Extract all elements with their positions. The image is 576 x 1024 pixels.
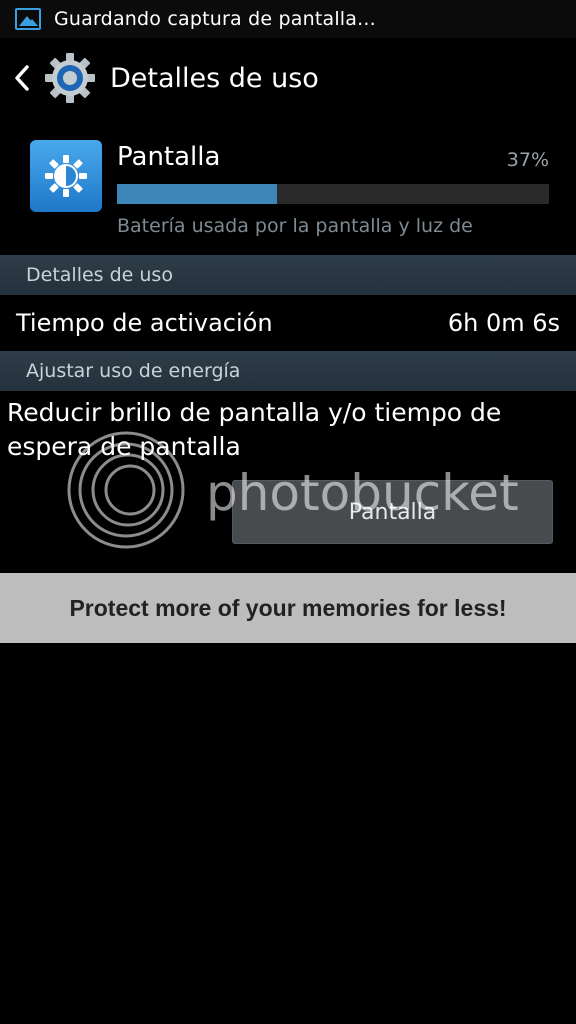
- active-time-label: Tiempo de activación: [16, 309, 273, 337]
- status-notification-text: Guardando captura de pantalla...: [54, 8, 376, 30]
- power-advice-text: Reducir brillo de pantalla y/o tiempo de…: [7, 398, 502, 461]
- page-title: Detalles de uso: [110, 62, 319, 94]
- display-settings-button[interactable]: Pantalla: [232, 480, 553, 544]
- ad-banner[interactable]: Protect more of your memories for less!: [0, 573, 576, 643]
- usage-item-pantalla[interactable]: Pantalla 37% Batería usada por la pantal…: [0, 124, 576, 254]
- active-time-value: 6h 0m 6s: [447, 309, 560, 337]
- usage-item-name: Pantalla: [117, 142, 221, 172]
- screenshot-icon: [15, 8, 41, 30]
- usage-percent: 37%: [506, 149, 549, 171]
- settings-gear-icon[interactable]: [44, 52, 96, 104]
- section-header-usage-details: Detalles de uso: [0, 255, 576, 295]
- active-time-row: Tiempo de activación 6h 0m 6s: [0, 296, 576, 350]
- usage-progress-fill: [117, 184, 277, 204]
- back-arrow-icon[interactable]: [12, 63, 32, 93]
- action-bar: Detalles de uso: [0, 38, 576, 118]
- display-brightness-icon: [30, 140, 102, 212]
- usage-progress-bar: [117, 184, 549, 204]
- usage-description: Batería usada por la pantalla y luz de: [117, 215, 473, 237]
- status-bar: Guardando captura de pantalla...: [0, 0, 576, 38]
- section-header-adjust-power: Ajustar uso de energía: [0, 351, 576, 391]
